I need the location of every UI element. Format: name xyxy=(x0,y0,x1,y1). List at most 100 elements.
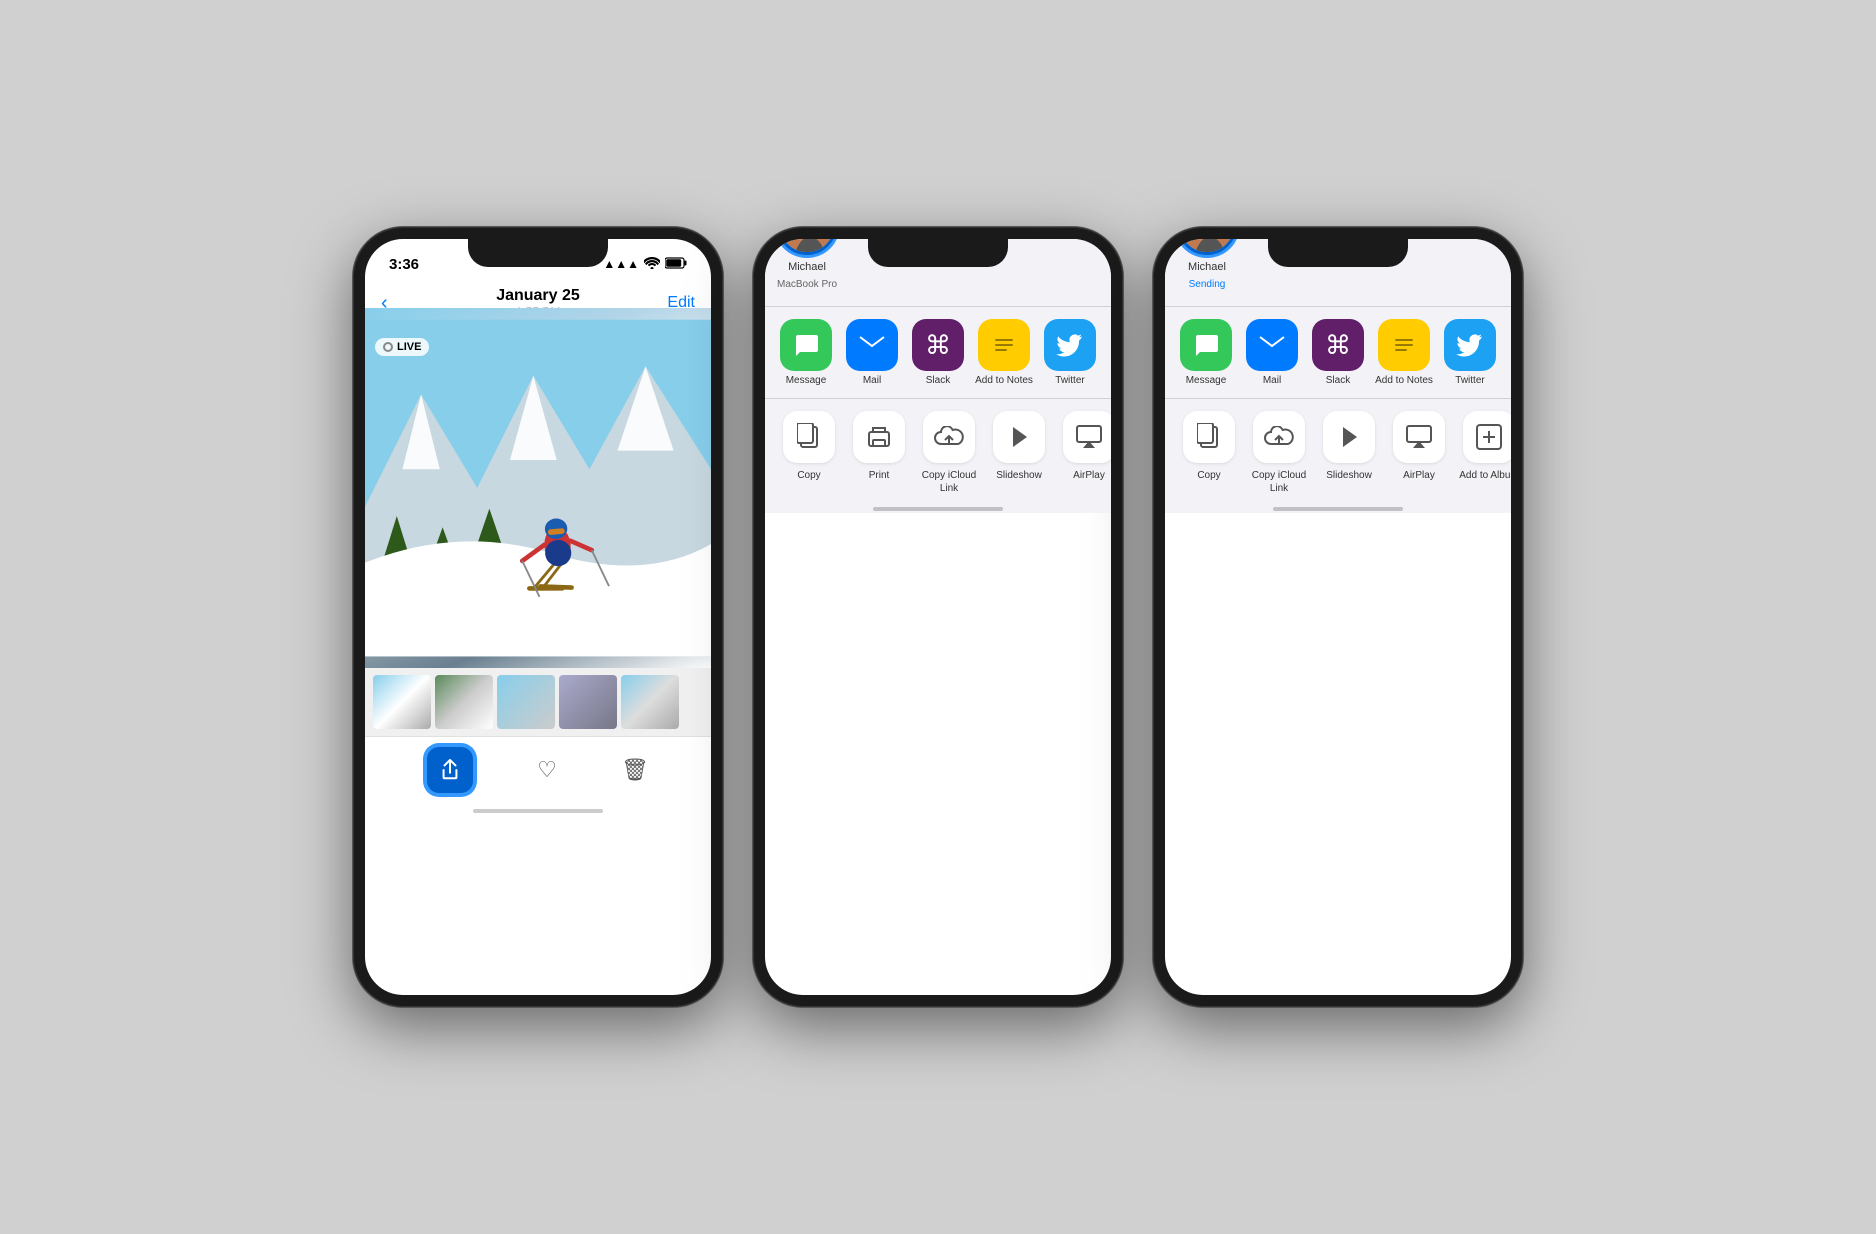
airdrop-sub-3: Sending xyxy=(1189,279,1226,290)
delete-button[interactable]: 🗑 xyxy=(621,757,649,783)
airdrop-item-michael-3[interactable]: Michael Sending xyxy=(1177,239,1237,290)
wifi-icon-1 xyxy=(644,257,660,272)
airdrop-sub-2: MacBook Pro xyxy=(777,279,837,290)
thumb-3[interactable] xyxy=(497,675,555,729)
thumb-5[interactable] xyxy=(621,675,679,729)
print-label-2: Print xyxy=(869,469,890,482)
divider-apps-2 xyxy=(765,398,1111,399)
slack-label-2: Slack xyxy=(926,375,950,386)
app-message-3[interactable]: Message xyxy=(1177,319,1235,386)
icloud-label-3: Copy iCloud Link xyxy=(1247,469,1311,495)
copy-label-3: Copy xyxy=(1197,469,1220,482)
notch-2 xyxy=(868,239,1008,267)
action-icloud-3[interactable]: Copy iCloud Link xyxy=(1247,411,1311,495)
app-twitter-2[interactable]: Twitter xyxy=(1041,319,1099,386)
print-icon-2 xyxy=(853,411,905,463)
airplay-icon-3 xyxy=(1393,411,1445,463)
airdrop-avatar-2 xyxy=(777,239,837,255)
phone-2: 3:36 ▲▲▲ Cancel 1 Photo xyxy=(753,227,1123,1007)
title-date: January 25 xyxy=(431,287,645,305)
mail-icon-3 xyxy=(1246,319,1298,371)
phones-container: 3:36 ▲▲▲ ‹ January 25 xyxy=(353,227,1523,1007)
action-copy-2[interactable]: Copy xyxy=(777,411,841,495)
airdrop-name-2: Michael xyxy=(788,261,826,273)
icloud-icon-2 xyxy=(923,411,975,463)
thumb-1[interactable] xyxy=(373,675,431,729)
action-icloud-2[interactable]: Copy iCloud Link xyxy=(917,411,981,495)
copy-icon-3 xyxy=(1183,411,1235,463)
addalbum-label-3: Add to Album xyxy=(1459,469,1511,482)
airplay-label-3: AirPlay xyxy=(1403,469,1435,482)
twitter-icon-2 xyxy=(1044,319,1096,371)
action-airplay-2[interactable]: AirPlay xyxy=(1057,411,1111,495)
message-icon-2 xyxy=(780,319,832,371)
home-indicator-2 xyxy=(873,507,1003,511)
action-copy-3[interactable]: Copy xyxy=(1177,411,1241,495)
action-row-3: Copy Copy iCloud Link xyxy=(1165,405,1511,501)
notes-icon-2 xyxy=(978,319,1030,371)
mail-label-3: Mail xyxy=(1263,375,1281,386)
photo-bg-2: LIVE xyxy=(765,313,1111,513)
addalbum-icon-3 xyxy=(1463,411,1511,463)
twitter-label-2: Twitter xyxy=(1055,375,1084,386)
slack-icon-2: ⌘ xyxy=(912,319,964,371)
phone-2-screen: 3:36 ▲▲▲ Cancel 1 Photo xyxy=(765,239,1111,995)
slack-icon-3: ⌘ xyxy=(1312,319,1364,371)
favorite-button[interactable]: ♡ xyxy=(537,757,557,783)
divider-apps-3 xyxy=(1165,398,1511,399)
slideshow-label-2: Slideshow xyxy=(996,469,1042,482)
action-slideshow-2[interactable]: Slideshow xyxy=(987,411,1051,495)
divider-airdrop-2 xyxy=(765,306,1111,307)
thumbnail-strip xyxy=(365,668,711,736)
airplay-icon-2 xyxy=(1063,411,1111,463)
action-addalbum-3[interactable]: Add to Album xyxy=(1457,411,1511,495)
app-row-3: Message Mail ⌘ xyxy=(1165,313,1511,392)
airdrop-item-michael-2[interactable]: Michael MacBook Pro xyxy=(777,239,837,290)
app-slack-2[interactable]: ⌘ Slack xyxy=(909,319,967,386)
action-slideshow-3[interactable]: Slideshow xyxy=(1317,411,1381,495)
airdrop-name-3: Michael xyxy=(1188,261,1226,273)
action-print-2[interactable]: Print xyxy=(847,411,911,495)
share-sheet-2: Tap to share with AirDrop xyxy=(765,239,1111,513)
copy-icon-2 xyxy=(783,411,835,463)
phone-1-frame: 3:36 ▲▲▲ ‹ January 25 xyxy=(353,227,723,1007)
phone-1: 3:36 ▲▲▲ ‹ January 25 xyxy=(353,227,723,1007)
message-label-2: Message xyxy=(786,375,827,386)
slideshow-icon-2 xyxy=(993,411,1045,463)
live-dot xyxy=(383,342,393,352)
action-row-2: Copy Print xyxy=(765,405,1111,501)
slack-label-3: Slack xyxy=(1326,375,1350,386)
app-message-2[interactable]: Message xyxy=(777,319,835,386)
app-mail-3[interactable]: Mail xyxy=(1243,319,1301,386)
bottom-toolbar-1: ♡ 🗑 xyxy=(365,736,711,803)
phone-2-frame: 3:36 ▲▲▲ Cancel 1 Photo xyxy=(753,227,1123,1007)
home-indicator-3 xyxy=(1273,507,1403,511)
mail-label-2: Mail xyxy=(863,375,881,386)
icloud-label-2: Copy iCloud Link xyxy=(917,469,981,495)
notes-icon-3 xyxy=(1378,319,1430,371)
battery-icon-1 xyxy=(665,257,687,272)
slideshow-icon-3 xyxy=(1323,411,1375,463)
app-twitter-3[interactable]: Twitter xyxy=(1441,319,1499,386)
app-notes-3[interactable]: Add to Notes xyxy=(1375,319,1433,386)
app-mail-2[interactable]: Mail xyxy=(843,319,901,386)
time-1: 3:36 xyxy=(389,256,419,273)
live-badge-wrapper: LIVE xyxy=(365,328,711,336)
app-slack-3[interactable]: ⌘ Slack xyxy=(1309,319,1367,386)
app-notes-2[interactable]: Add to Notes xyxy=(975,319,1033,386)
copy-label-2: Copy xyxy=(797,469,820,482)
notes-label-2: Add to Notes xyxy=(975,375,1033,386)
phone-3: 3:36 ▲▲▲ Done 1 Photo Se xyxy=(1153,227,1523,1007)
home-indicator-1 xyxy=(473,809,603,813)
thumb-2[interactable] xyxy=(435,675,493,729)
notes-label-3: Add to Notes xyxy=(1375,375,1433,386)
notch-3 xyxy=(1268,239,1408,267)
action-airplay-3[interactable]: AirPlay xyxy=(1387,411,1451,495)
mail-icon-2 xyxy=(846,319,898,371)
twitter-icon-3 xyxy=(1444,319,1496,371)
main-photo-1 xyxy=(365,308,711,668)
phone-3-frame: 3:36 ▲▲▲ Done 1 Photo Se xyxy=(1153,227,1523,1007)
share-button[interactable] xyxy=(427,747,473,793)
thumb-4[interactable] xyxy=(559,675,617,729)
airplay-label-2: AirPlay xyxy=(1073,469,1105,482)
